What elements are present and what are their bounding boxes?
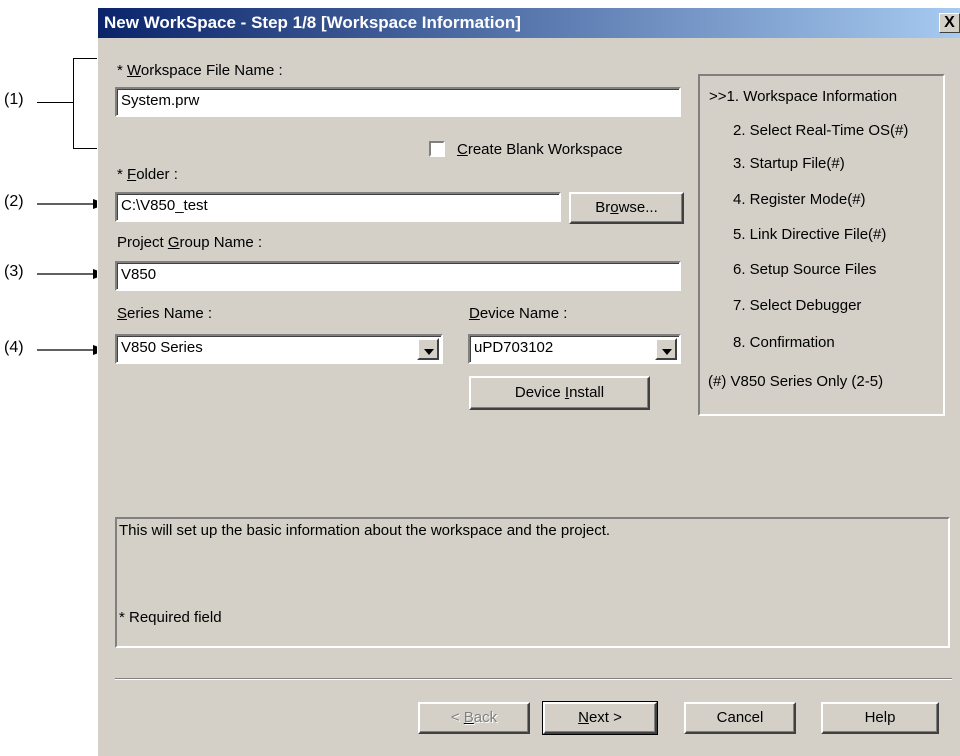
step-2: 2. Select Real-Time OS(#) [733,122,909,139]
workspace-file-name-input[interactable]: System.prw [115,87,681,117]
series-dropdown-arrow-icon[interactable] [417,338,439,360]
back-button[interactable]: < Back [418,702,530,734]
series-name-label: Series Name : [117,305,213,322]
callout-1-line [37,102,73,103]
series-name-select[interactable]: V850 Series [115,334,443,364]
help-button[interactable]: Help [821,702,939,734]
next-button[interactable]: Next > [542,701,658,735]
description-text: This will set up the basic information a… [119,522,611,539]
device-install-button[interactable]: Device Install [469,376,650,410]
create-blank-workspace-label[interactable]: Create Blank Workspace [457,141,623,158]
browse-button[interactable]: Browse... [569,192,684,224]
callout-1: (1) [4,91,24,108]
step-5: 5. Link Directive File(#) [733,226,887,243]
close-icon: X [944,14,955,31]
create-blank-workspace-checkbox[interactable] [429,141,445,157]
step-1: >>1. Workspace Information [709,88,898,105]
required-field-note: * Required field [119,609,222,626]
project-group-name-label: Project Group Name : [117,234,263,251]
separator [115,678,952,680]
step-3: 3. Startup File(#) [733,155,845,172]
step-8: 8. Confirmation [733,334,835,351]
device-name-select[interactable]: uPD703102 [468,334,681,364]
device-dropdown-arrow-icon[interactable] [655,338,677,360]
callout-4: (4) [4,339,24,356]
step-7: 7. Select Debugger [733,297,862,314]
folder-input[interactable]: C:\V850_test [115,192,561,222]
callout-1-bracket [73,58,74,148]
project-group-name-input[interactable]: V850 [115,261,681,291]
callout-2: (2) [4,193,24,210]
step-6: 6. Setup Source Files [733,261,877,278]
step-4: 4. Register Mode(#) [733,191,866,208]
cancel-button[interactable]: Cancel [684,702,796,734]
steps-note: (#) V850 Series Only (2-5) [708,373,884,390]
callout-3: (3) [4,263,24,280]
workspace-file-name-label: * Workspace File Name : [117,62,283,79]
device-name-label: Device Name : [469,305,568,322]
folder-label: * Folder : [117,166,178,183]
dialog-title: New WorkSpace - Step 1/8 [Workspace Info… [104,13,521,32]
close-button[interactable]: X [939,13,960,33]
